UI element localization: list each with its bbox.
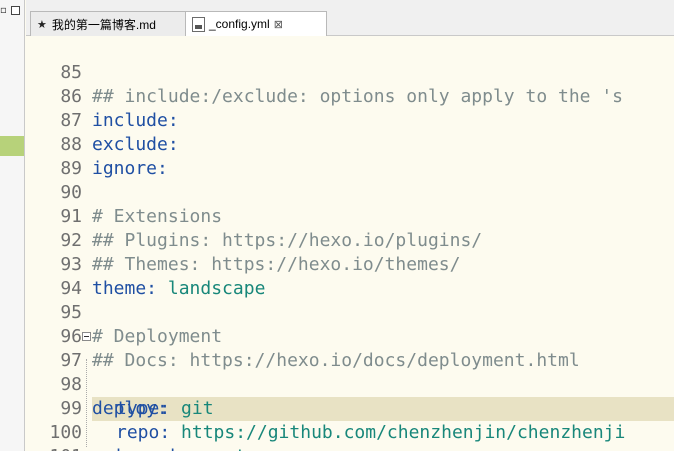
- code-line: 97 deploy:: [26, 325, 674, 419]
- code-editor[interactable]: 85 ## include:/exclude: options only app…: [26, 37, 674, 451]
- yml-file-icon: [192, 16, 205, 32]
- code-line: 92 ## Themes: https://hexo.io/themes/: [26, 205, 674, 275]
- code-line: 101: [26, 421, 674, 451]
- code-line: 99 repo: https://github.com/chenzhenjin/…: [26, 373, 674, 443]
- fold-toggle-icon[interactable]: [82, 332, 91, 341]
- code-line: 94: [26, 253, 674, 299]
- tab-blog-post[interactable]: ★ 我的第一篇博客.md: [30, 11, 186, 36]
- view-menu-icon[interactable]: ▫: [0, 5, 7, 16]
- tab-label: _config.yml: [209, 17, 270, 31]
- editor-tab-bar: ★ 我的第一篇博客.md _config.yml ⊠: [26, 0, 674, 36]
- yaml-key: branch:: [116, 446, 192, 451]
- code-line: 87 exclude:: [26, 85, 674, 155]
- code-line: 90 # Extensions: [26, 157, 674, 227]
- star-icon: ★: [37, 18, 47, 31]
- close-icon[interactable]: ⊠: [274, 18, 283, 31]
- code-line: 93 theme: landscape: [26, 229, 674, 299]
- code-line: 95 # Deployment: [26, 277, 674, 347]
- code-line: 89: [26, 133, 674, 179]
- fold-guide: [86, 359, 87, 447]
- code-line: 85 ## include:/exclude: options only app…: [26, 37, 674, 107]
- code-line: 88 ignore:: [26, 109, 674, 179]
- tab-config-yml[interactable]: _config.yml ⊠: [185, 11, 327, 36]
- change-marker: [0, 136, 24, 156]
- code-line: 98 type: git: [26, 349, 674, 419]
- code-line-current: 100 branch: master: [26, 397, 674, 451]
- code-line: 86 include:: [26, 61, 674, 131]
- code-line: 91 ## Plugins: https://hexo.io/plugins/: [26, 181, 674, 251]
- view-controls[interactable]: ▫: [0, 4, 25, 24]
- left-view-strip: ▫: [0, 0, 25, 451]
- code-line: 96 ## Docs: https://hexo.io/docs/deploym…: [26, 301, 674, 371]
- yaml-value: master: [192, 446, 268, 451]
- maximize-icon[interactable]: [11, 6, 20, 15]
- line-number: 101: [26, 445, 82, 451]
- tab-label: 我的第一篇博客.md: [51, 17, 156, 32]
